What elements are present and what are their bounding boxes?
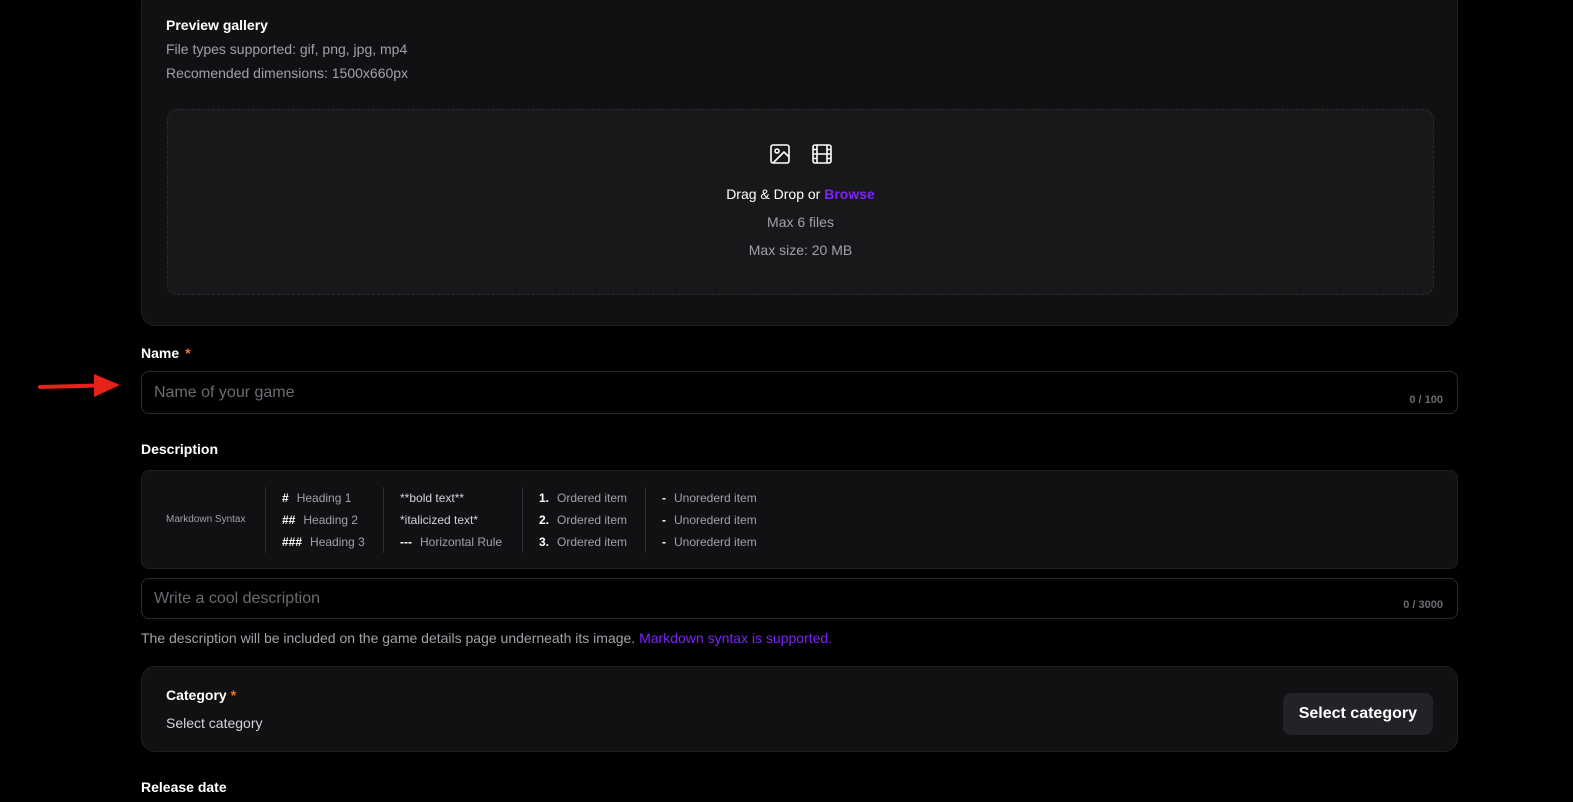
markdown-row: **bold text** bbox=[400, 491, 465, 505]
markdown-headings-column: # Heading 1 ## Heading 2 ### Heading 3 bbox=[265, 487, 365, 553]
description-input-container: 0 / 3000 bbox=[141, 578, 1458, 619]
description-char-counter: 0 / 3000 bbox=[1403, 599, 1443, 611]
markdown-row: *italicized text* bbox=[400, 513, 479, 527]
name-char-counter: 0 / 100 bbox=[1409, 394, 1443, 406]
film-icon bbox=[810, 142, 834, 166]
markdown-row: 2. Ordered item bbox=[539, 513, 628, 527]
required-asterisk: * bbox=[230, 687, 237, 703]
markdown-row: - Unorederd item bbox=[662, 491, 757, 505]
markdown-row: 1. Ordered item bbox=[539, 491, 628, 505]
markdown-ordered-column: 1. Ordered item 2. Ordered item 3. Ordered … bbox=[522, 487, 627, 553]
name-label-text: Name bbox=[141, 345, 180, 361]
file-dropzone[interactable]: Drag & Drop or Browse Max 6 files Max si… bbox=[167, 109, 1434, 295]
release-date-label: Release date bbox=[141, 779, 227, 795]
dimensions-text: Recomended dimensions: 1500x660px bbox=[166, 65, 409, 81]
category-card: Category * Select category Select categor… bbox=[141, 666, 1458, 752]
required-asterisk: * bbox=[185, 345, 191, 361]
preview-gallery-card: Preview gallery File types supported: gi… bbox=[141, 0, 1458, 326]
dropzone-icons bbox=[168, 142, 1433, 166]
image-icon bbox=[768, 142, 792, 166]
markdown-row: ## Heading 2 bbox=[282, 513, 359, 527]
category-value: Select category bbox=[166, 715, 263, 731]
markdown-row: - Unorederd item bbox=[662, 513, 757, 527]
select-category-button[interactable]: Select category bbox=[1282, 693, 1433, 735]
category-label: Category * bbox=[166, 687, 237, 703]
markdown-supported-link[interactable]: Markdown syntax is supported. bbox=[639, 630, 832, 646]
name-input-container: 0 / 100 bbox=[141, 371, 1458, 414]
preview-gallery-title: Preview gallery bbox=[166, 17, 268, 33]
description-label: Description bbox=[141, 441, 219, 457]
markdown-syntax-title: Markdown Syntax bbox=[166, 514, 246, 525]
dropzone-prompt: Drag & Drop or Browse bbox=[168, 186, 1433, 202]
browse-link[interactable]: Browse bbox=[824, 186, 875, 202]
markdown-row: - Unorederd item bbox=[662, 535, 757, 549]
description-input[interactable] bbox=[154, 579, 1334, 618]
max-size-text: Max size: 20 MB bbox=[748, 242, 853, 258]
name-input[interactable] bbox=[154, 372, 1334, 413]
drag-drop-text: Drag & Drop or bbox=[726, 186, 825, 202]
markdown-row: # Heading 1 bbox=[282, 491, 352, 505]
markdown-row: --- Horizontal Rule bbox=[400, 535, 503, 549]
markdown-syntax-box: Markdown Syntax # Heading 1 ## Heading 2 #… bbox=[141, 470, 1458, 569]
markdown-row: 3. Ordered item bbox=[539, 535, 628, 549]
file-types-text: File types supported: gif, png, jpg, mp4 bbox=[166, 41, 408, 57]
markdown-row: ### Heading 3 bbox=[282, 535, 365, 549]
description-helper-text: The description will be included on the … bbox=[141, 630, 833, 646]
markdown-unordered-column: - Unorederd item - Unorederd item - Unorede… bbox=[645, 487, 757, 553]
pointer-arrow-icon bbox=[38, 374, 120, 397]
game-submission-form: Preview gallery File types supported: gi… bbox=[0, 0, 1573, 802]
markdown-formatting-column: **bold text** *italicized text* --- Horiz… bbox=[383, 487, 502, 553]
max-files-text: Max 6 files bbox=[767, 214, 834, 230]
name-label: Name * bbox=[141, 345, 191, 361]
